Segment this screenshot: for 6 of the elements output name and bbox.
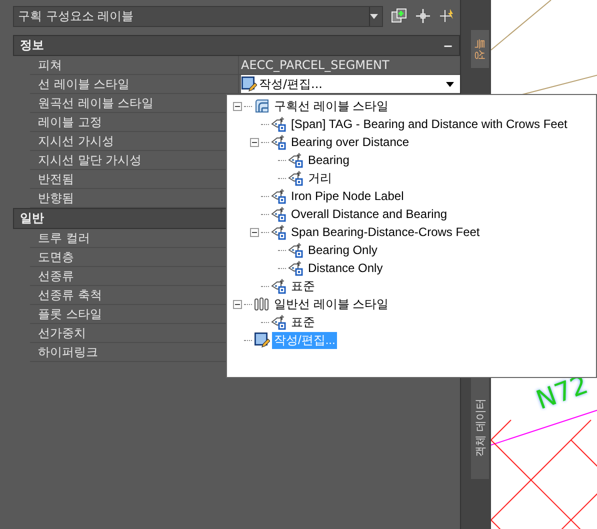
property-value: AECC_PARCEL_SEGMENT [241, 58, 390, 72]
property-name: 피쳐 [30, 56, 239, 74]
bearing-label: N72 [532, 370, 592, 416]
section-title: 일반 [20, 210, 44, 227]
property-name: 선 레이블 스타일 [30, 75, 239, 93]
section-title: 정보 [20, 37, 44, 54]
